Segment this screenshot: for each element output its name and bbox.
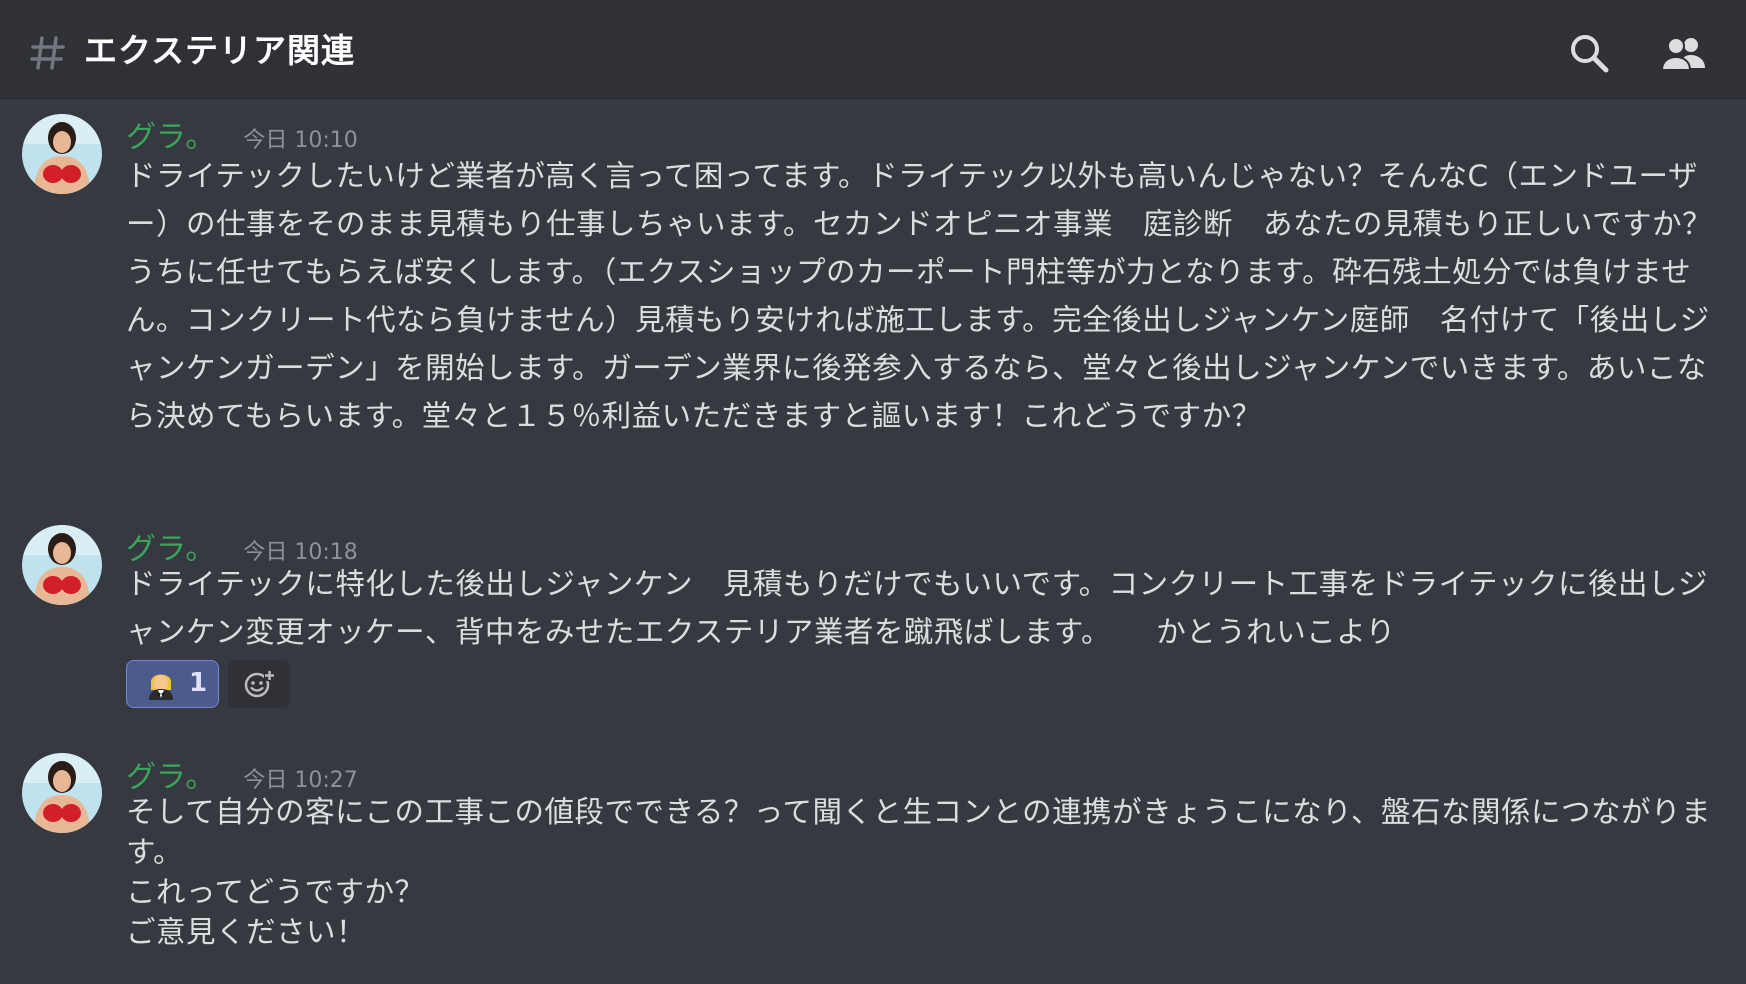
avatar[interactable] [22,114,102,194]
timestamp: 今日 10:27 [243,768,358,793]
members-icon [1660,37,1705,71]
message-content: そして自分の客にこの工事この値段でできる？って聞くと生コンとの連携がきょうこにな… [126,795,1711,949]
reaction-button[interactable]: 1 [126,660,219,708]
channel-header: エクステリア関連 [0,0,1746,99]
hash-icon [30,36,65,70]
avatar[interactable] [22,525,102,605]
member-list-button[interactable] [1660,30,1708,78]
add-reaction-icon [244,670,275,698]
message-header: グラ。 今日 10:18 [126,524,358,567]
add-reaction-button[interactable] [228,660,290,708]
woman-in-tuxedo-icon [149,674,173,700]
timestamp: 今日 10:10 [243,128,358,153]
username[interactable]: グラ。 [126,760,215,795]
message-header: グラ。 今日 10:27 [126,752,358,795]
username[interactable]: グラ。 [126,120,215,155]
reaction-count: 1 [189,668,208,698]
search-button[interactable] [1566,30,1614,78]
message-content: ドライテックしたいけど業者が高く言って困ってます。ドライテック以外も高いんじゃな… [126,159,1713,433]
message-list: グラ。 今日 10:10 ドライテックしたいけど業者が高く言って困ってます。ドライ… [0,100,1746,984]
search-icon [1571,35,1609,73]
message-header: グラ。 今日 10:10 [126,112,358,155]
message-content: ドライテックに特化した後出しジャンケン 見積もりだけでもいいです。コンクリート工… [126,567,1709,649]
channel-title: エクステリア関連 [84,31,356,70]
avatar[interactable] [22,753,102,833]
